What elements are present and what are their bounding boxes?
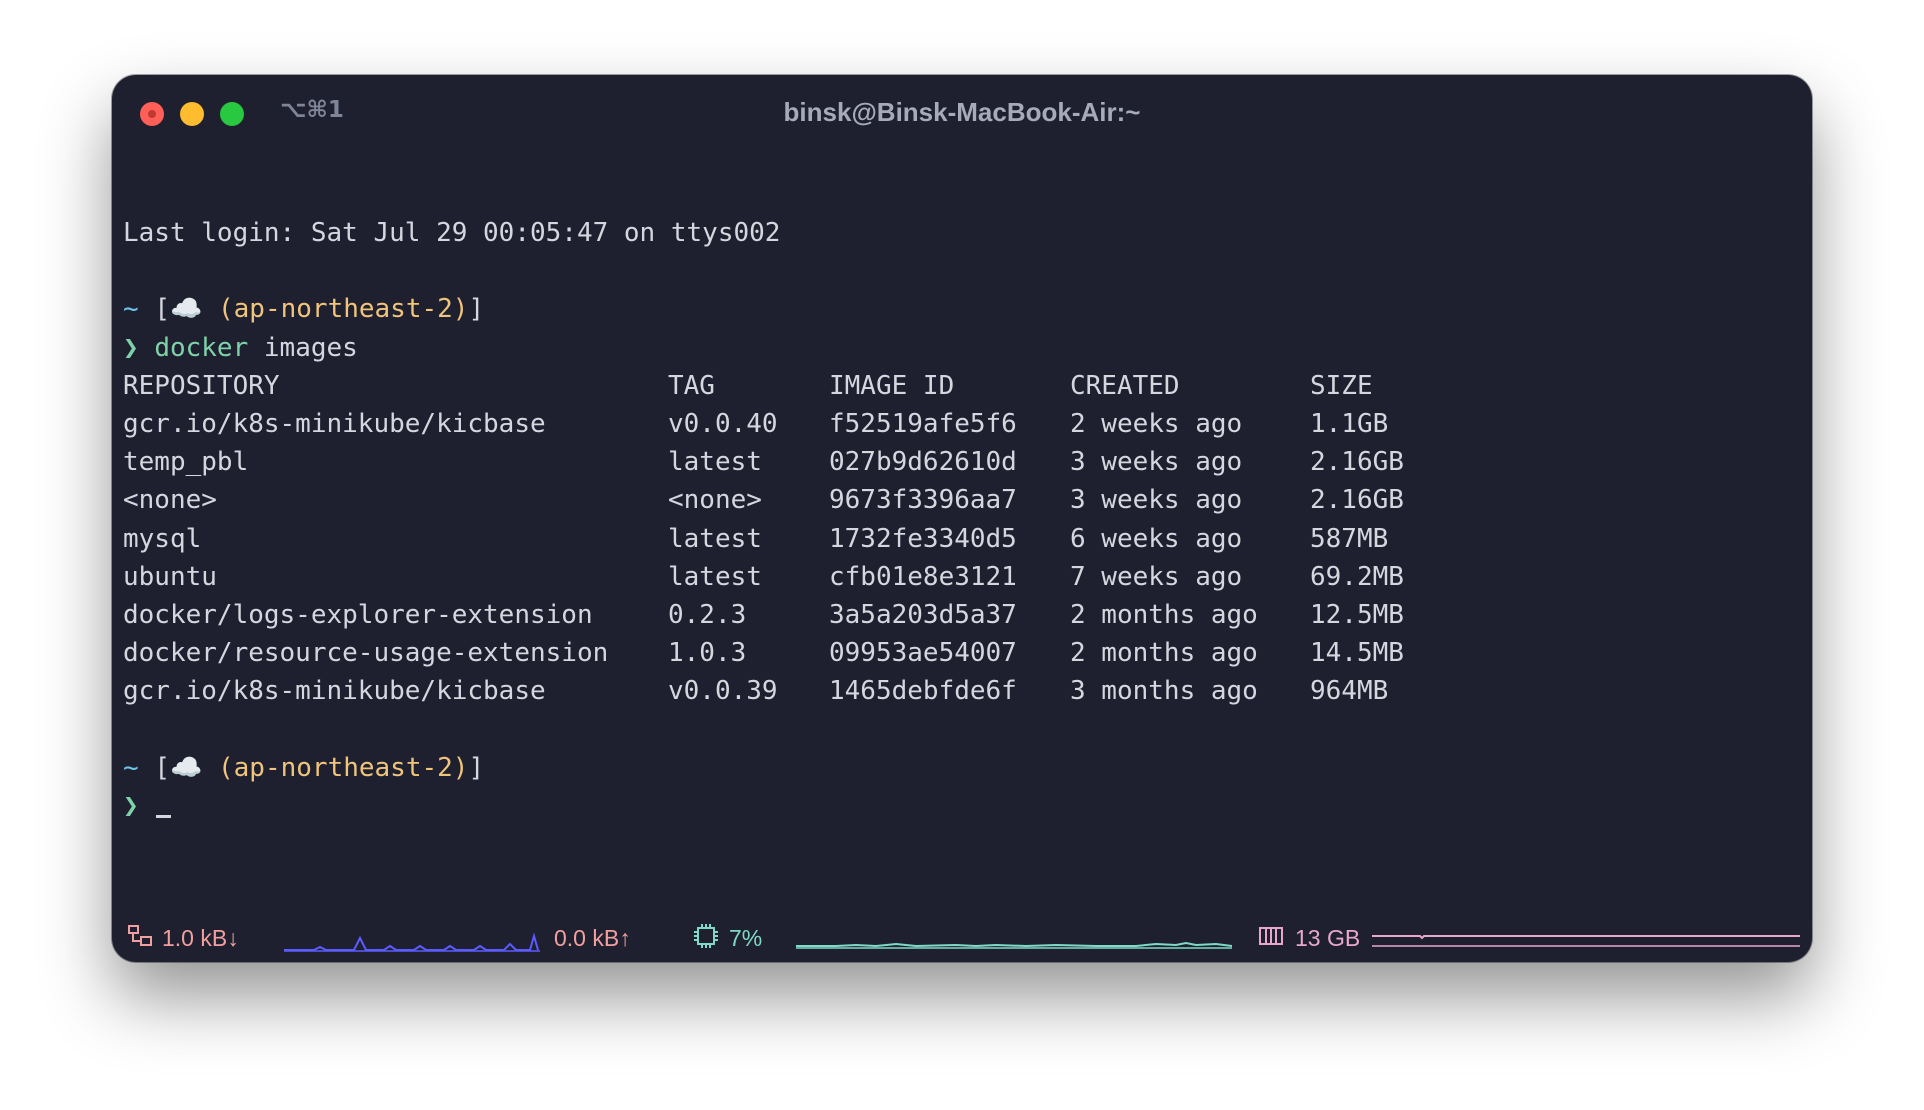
cell-tag: <none> [668,485,762,516]
terminal-window[interactable]: ⌥⌘1 binsk@Binsk-MacBook-Air:~ Last login… [112,75,1812,962]
cell-size: 14.5MB [1310,638,1404,669]
cell-tag: v0.0.40 [668,408,778,439]
cell-size: 69.2MB [1310,561,1404,592]
cell-tag: v0.0.39 [668,676,778,707]
cloud-icon: ☁️ [169,752,203,783]
cell-repository: temp_pbl [123,447,249,478]
cell-tag: 0.2.3 [668,599,747,630]
cell-image-id: 1732fe3340d5 [829,523,1017,554]
status-bar: 1.0 kB↓ 0.0 kB↑ 7% 13 GB [112,920,1812,956]
aws-region: (ap-northeast-2) [218,752,469,783]
table-row: <none> <none> 9673f3396aa7 3 weeks ago 2… [123,481,1404,519]
header-repository: REPOSITORY [123,370,280,401]
input-line[interactable]: ❯ [123,787,780,825]
prompt-context-line: ~ [☁️ (ap-northeast-2)] [123,749,780,787]
cell-created: 3 weeks ago [1070,447,1243,478]
prompt-close-bracket: ] [468,294,485,325]
cell-repository: ubuntu [123,561,217,592]
cell-created: 2 weeks ago [1070,408,1243,439]
cell-repository: mysql [123,523,202,554]
cell-image-id: 3a5a203d5a37 [829,599,1017,630]
cell-size: 587MB [1310,523,1389,554]
prompt-close-bracket: ] [468,752,485,783]
prompt-context-line: ~ [☁️ (ap-northeast-2)] [123,290,780,328]
prompt-chevron-icon: ❯ [123,332,139,363]
network-download-rate: 1.0 kB↓ [162,925,239,951]
command-program: docker [154,332,249,363]
table-row: docker/resource-usage-extension 1.0.3 09… [123,634,1404,672]
cpu-sparkline [796,941,1232,949]
cell-image-id: cfb01e8e3121 [829,561,1017,592]
prompt-tilde: ~ [123,752,139,783]
prompt-chevron-icon: ❯ [123,790,139,821]
table-row: gcr.io/k8s-minikube/kicbase v0.0.40 f525… [123,405,1388,443]
cell-size: 964MB [1310,676,1389,707]
title-bar[interactable]: ⌥⌘1 binsk@Binsk-MacBook-Air:~ [112,75,1812,155]
cpu-usage: 7% [729,925,763,951]
header-size: SIZE [1310,370,1373,401]
window-title: binsk@Binsk-MacBook-Air:~ [783,97,1141,127]
header-created: CREATED [1070,370,1180,401]
cell-image-id: 027b9d62610d [829,447,1017,478]
cell-created: 7 weeks ago [1070,561,1243,592]
cell-created: 2 months ago [1070,638,1258,669]
cpu-chip-icon [694,924,718,948]
table-row: ubuntu latest cfb01e8e3121 7 weeks ago 6… [123,558,1404,596]
table-row: gcr.io/k8s-minikube/kicbase v0.0.39 1465… [123,672,1388,710]
cell-created: 2 months ago [1070,599,1258,630]
memory-icon [1259,927,1283,945]
memory-usage: 13 GB [1295,925,1361,951]
cell-tag: latest [668,447,762,478]
network-upload-rate: 0.0 kB↑ [554,925,631,951]
prompt-open-bracket: [ [154,752,170,783]
text-cursor [156,814,172,818]
cell-image-id: 09953ae54007 [829,638,1017,669]
cell-created: 6 weeks ago [1070,523,1243,554]
terminal-output[interactable]: Last login: Sat Jul 29 00:05:47 on ttys0… [123,214,1404,825]
cell-image-id: f52519afe5f6 [829,408,1017,439]
cell-repository: gcr.io/k8s-minikube/kicbase [123,408,546,439]
memory-sparkline [1372,935,1800,947]
header-tag: TAG [668,370,715,401]
table-header: REPOSITORY TAG IMAGE ID CREATED SIZE [123,367,1373,405]
prompt-tilde: ~ [123,294,139,325]
cell-tag: latest [668,561,762,592]
cell-created: 3 weeks ago [1070,485,1243,516]
cell-repository: docker/resource-usage-extension [123,638,609,669]
cell-image-id: 1465debfde6f [829,676,1017,707]
cell-size: 12.5MB [1310,599,1404,630]
command-line: ❯ docker images [123,329,780,367]
cell-image-id: 9673f3396aa7 [829,485,1017,516]
network-icon [128,925,152,946]
table-row: temp_pbl latest 027b9d62610d 3 weeks ago… [123,443,1404,481]
cell-size: 1.1GB [1310,408,1389,439]
table-row: docker/logs-explorer-extension 0.2.3 3a5… [123,596,1404,634]
cell-size: 2.16GB [1310,485,1404,516]
cell-tag: 1.0.3 [668,638,747,669]
prompt-open-bracket: [ [154,294,170,325]
network-sparkline [284,932,540,952]
last-login-line: Last login: Sat Jul 29 00:05:47 on ttys0… [123,218,781,248]
cell-repository: <none> [123,485,217,516]
header-image-id: IMAGE ID [829,370,955,401]
cell-created: 3 months ago [1070,676,1258,707]
table-row: mysql latest 1732fe3340d5 6 weeks ago 58… [123,520,1388,558]
cell-repository: docker/logs-explorer-extension [123,599,593,630]
command-args: images [263,332,358,363]
cell-tag: latest [668,523,762,554]
aws-region: (ap-northeast-2) [218,294,469,325]
cloud-icon: ☁️ [169,294,203,325]
cell-repository: gcr.io/k8s-minikube/kicbase [123,676,546,707]
cell-size: 2.16GB [1310,447,1404,478]
